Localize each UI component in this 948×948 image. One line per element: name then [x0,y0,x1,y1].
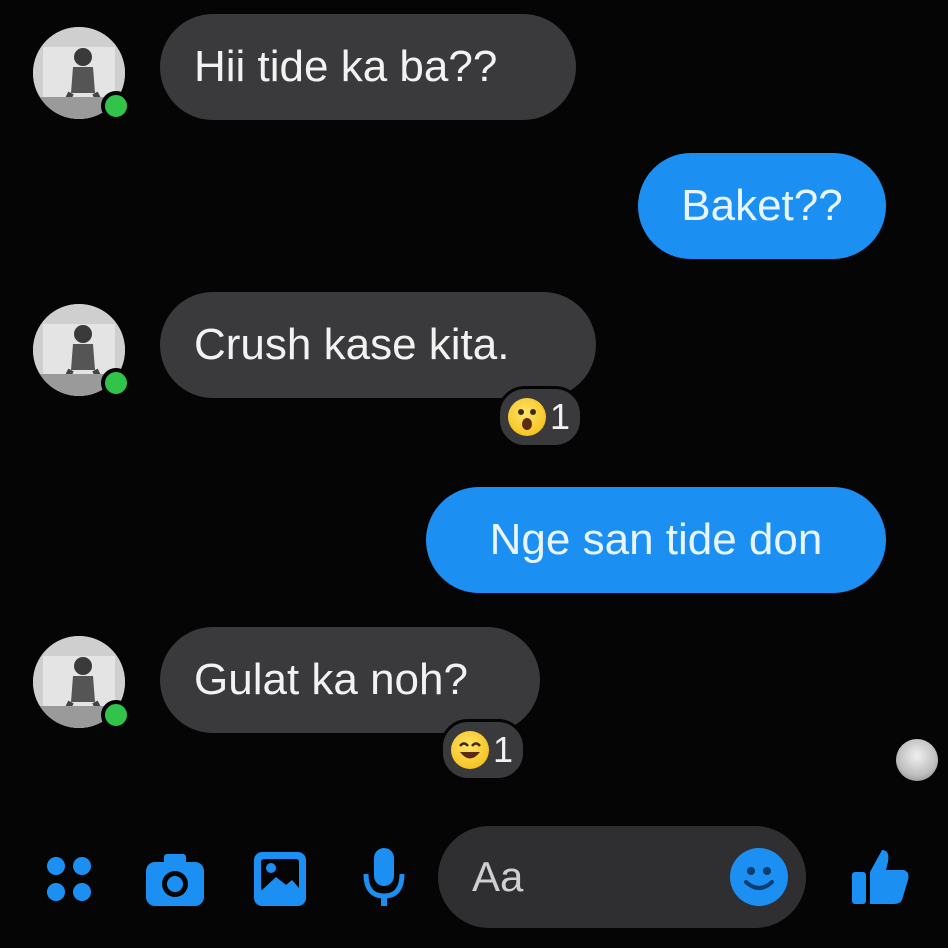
online-status-dot [101,368,131,398]
message-input-placeholder: Aa [472,853,524,900]
outgoing-message-bubble[interactable]: Nge san tide don [426,487,886,593]
incoming-message-bubble[interactable]: Hii tide ka ba?? [160,14,576,120]
emoji-icon[interactable] [730,848,788,906]
message-text: Baket?? [681,181,843,230]
microphone-icon[interactable] [360,846,408,915]
menu-dots-icon[interactable] [44,854,94,909]
reaction-count: 1 [550,396,571,437]
thumbs-up-icon[interactable] [850,846,912,913]
message-reaction[interactable]: 1 [440,719,527,781]
message-text: Crush kase kita. [194,320,510,369]
contact-avatar[interactable] [33,304,131,398]
message-text: Hii tide ka ba?? [194,42,498,91]
surprised-face-icon [508,398,546,436]
contact-avatar[interactable] [33,27,131,121]
message-text: Gulat ka noh? [194,655,468,704]
contact-avatar[interactable] [33,636,131,730]
online-status-dot [101,700,131,730]
message-text: Nge san tide don [489,515,823,564]
message-input[interactable]: Aa [438,826,806,928]
camera-icon[interactable] [144,850,206,913]
chat-screen: Hii tide ka ba?? Baket?? Crush kase kita… [0,0,948,948]
message-reaction[interactable]: 1 [497,386,584,448]
incoming-message-bubble[interactable]: Crush kase kita. [160,292,596,398]
incoming-message-bubble[interactable]: Gulat ka noh? [160,627,540,733]
outgoing-message-bubble[interactable]: Baket?? [638,153,886,259]
seen-indicator-avatar [896,739,938,781]
laughing-face-icon [451,731,489,769]
reaction-count: 1 [493,729,514,770]
gallery-icon[interactable] [252,850,308,913]
online-status-dot [101,91,131,121]
